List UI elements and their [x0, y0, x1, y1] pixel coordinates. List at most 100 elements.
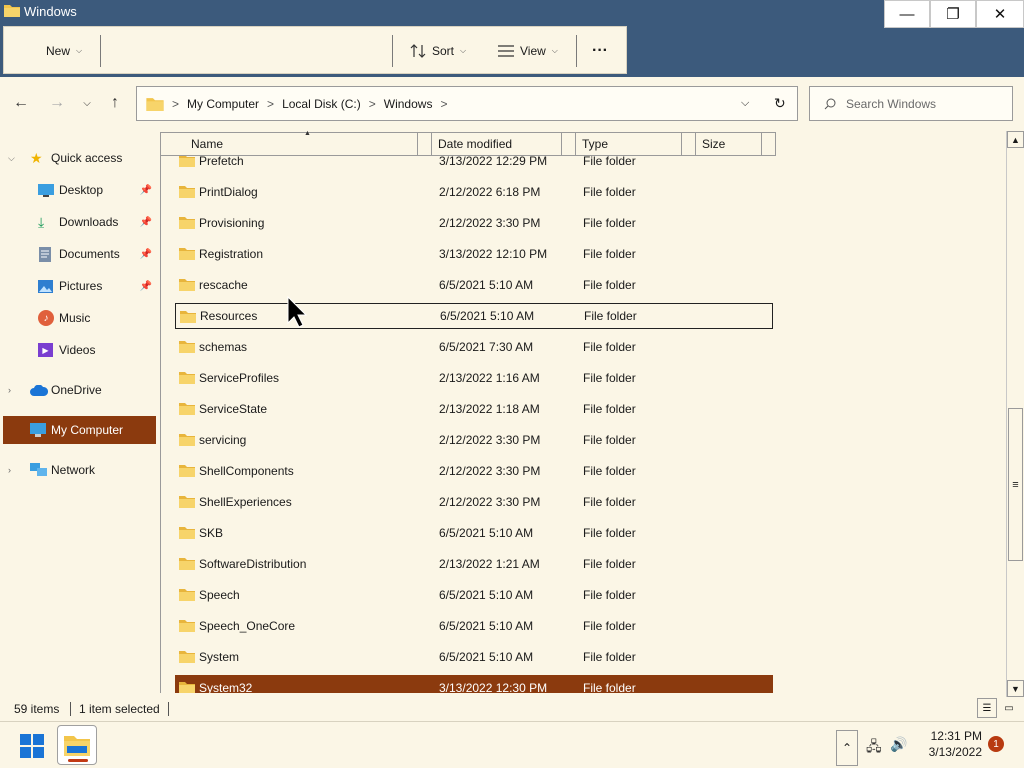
file-type: File folder: [583, 402, 636, 416]
file-row[interactable]: Prefetch 3/13/2022 12:29 PM File folder: [175, 156, 773, 174]
sidebar-item-pictures[interactable]: Pictures 📌: [0, 273, 156, 299]
column-resize-handle[interactable]: [562, 132, 576, 156]
file-date: 3/13/2022 12:30 PM: [439, 681, 548, 693]
recent-locations-button[interactable]: ⌵: [76, 92, 98, 114]
file-row[interactable]: Speech_OneCore 6/5/2021 5:10 AM File folde…: [175, 613, 773, 639]
file-type: File folder: [583, 650, 636, 664]
file-row[interactable]: ServiceProfiles 2/13/2022 1:16 AM File fol…: [175, 365, 773, 391]
refresh-button[interactable]: ↻: [774, 95, 786, 112]
show-hidden-icons-button[interactable]: ⌃: [836, 730, 858, 766]
volume-icon[interactable]: 🔊: [890, 736, 907, 753]
clock[interactable]: 12:31 PM 3/13/2022: [918, 728, 982, 760]
back-button[interactable]: ←: [10, 92, 32, 114]
sidebar-item-quick-access[interactable]: ⌵ ★ Quick access: [0, 145, 156, 171]
minimize-button[interactable]: —: [884, 0, 930, 28]
column-resize-handle[interactable]: [682, 132, 696, 156]
tiles-view-icon: ▭: [1004, 702, 1014, 714]
tiles-view-button[interactable]: ▭: [999, 698, 1019, 718]
forward-button[interactable]: →: [46, 92, 68, 114]
address-bar[interactable]: > My Computer > Local Disk (C:) > Window…: [136, 86, 798, 121]
file-row[interactable]: Provisioning 2/12/2022 3:30 PM File folder: [175, 210, 773, 236]
item-count: 59 items: [14, 702, 60, 716]
sidebar-item-downloads[interactable]: ⤓ Downloads 📌: [0, 209, 156, 235]
breadcrumb-separator: >: [368, 96, 376, 111]
file-row[interactable]: Speech 6/5/2021 5:10 AM File folder: [175, 582, 773, 608]
file-row[interactable]: System32 3/13/2022 12:30 PM File folder: [175, 675, 773, 693]
sidebar-item-network[interactable]: › Network: [0, 457, 156, 483]
refresh-icon: ↻: [774, 95, 786, 111]
active-indicator: [68, 759, 88, 762]
file-row[interactable]: SKB 6/5/2021 5:10 AM File folder: [175, 520, 773, 546]
chevron-right-icon[interactable]: ›: [8, 465, 11, 475]
column-header-type[interactable]: Type: [576, 132, 682, 156]
chevron-up-icon: ⌃: [841, 741, 853, 755]
more-options-button[interactable]: ···: [592, 39, 608, 63]
file-type: File folder: [583, 681, 636, 693]
file-type: File folder: [583, 619, 636, 633]
taskbar: ⌃ 🖧 🔊 12:31 PM 3/13/2022: [0, 721, 1024, 768]
start-button[interactable]: [20, 734, 44, 758]
column-resize-handle[interactable]: [762, 132, 776, 156]
scroll-thumb[interactable]: ≡: [1008, 408, 1023, 561]
breadcrumb-my-computer[interactable]: My Computer: [187, 97, 259, 111]
file-type: File folder: [583, 278, 636, 292]
view-button[interactable]: View ⌵: [498, 39, 558, 63]
file-row[interactable]: schemas 6/5/2021 7:30 AM File folder: [175, 334, 773, 360]
window-title: Windows: [24, 4, 77, 19]
sidebar-item-my-computer[interactable]: My Computer: [3, 416, 156, 444]
sidebar-item-label: Downloads: [59, 215, 119, 229]
file-row[interactable]: PrintDialog 2/12/2022 6:18 PM File folder: [175, 179, 773, 205]
videos-icon: ▶: [38, 343, 53, 357]
sidebar-item-desktop[interactable]: Desktop 📌: [0, 177, 156, 203]
sort-button[interactable]: Sort ⌵: [410, 39, 466, 63]
column-header-name[interactable]: Name: [160, 132, 418, 156]
chevron-down-icon[interactable]: ⌵: [8, 153, 15, 164]
file-row[interactable]: ServiceState 2/13/2022 1:18 AM File folder: [175, 396, 773, 422]
file-row[interactable]: ShellExperiences 2/12/2022 3:30 PM File fo…: [175, 489, 773, 515]
clock-date: 3/13/2022: [928, 745, 982, 759]
network-status-icon[interactable]: 🖧: [866, 736, 882, 760]
file-row[interactable]: Registration 3/13/2022 12:10 PM File folde…: [175, 241, 773, 267]
sidebar-item-videos[interactable]: ▶ Videos: [0, 337, 156, 363]
file-name: Speech: [199, 588, 240, 602]
sidebar-item-documents[interactable]: Documents 📌: [0, 241, 156, 267]
new-button[interactable]: New ⌵: [46, 39, 82, 63]
sidebar-item-label: OneDrive: [51, 383, 102, 397]
file-name: ServiceProfiles: [199, 371, 280, 385]
windows-logo-icon: [33, 734, 44, 745]
view-label: View: [520, 44, 546, 58]
scroll-down-button[interactable]: ▼: [1007, 680, 1024, 697]
windows-logo-icon: [33, 747, 44, 758]
breadcrumb-windows[interactable]: Windows: [384, 97, 433, 111]
up-button[interactable]: ↑: [104, 92, 126, 114]
file-name: PrintDialog: [199, 185, 258, 199]
close-button[interactable]: ✕: [976, 0, 1024, 28]
file-row[interactable]: System 6/5/2021 5:10 AM File folder: [175, 644, 773, 670]
details-view-button[interactable]: ☰: [977, 698, 997, 718]
cloud-icon: [30, 384, 48, 396]
file-row[interactable]: servicing 2/12/2022 3:30 PM File folder: [175, 427, 773, 453]
scroll-up-button[interactable]: ▲: [1007, 131, 1024, 148]
breadcrumb-local-disk[interactable]: Local Disk (C:): [282, 97, 361, 111]
column-header-date[interactable]: Date modified: [432, 132, 562, 156]
sidebar-item-onedrive[interactable]: › OneDrive: [0, 377, 156, 403]
column-header-size[interactable]: Size: [696, 132, 762, 156]
file-row[interactable]: SoftwareDistribution 2/13/2022 1:21 AM Fil…: [175, 551, 773, 577]
notification-badge[interactable]: 1: [988, 736, 1004, 752]
breadcrumb-separator: >: [267, 96, 275, 111]
maximize-button[interactable]: ❐: [930, 0, 976, 28]
chevron-right-icon[interactable]: ›: [8, 385, 11, 395]
pin-icon: 📌: [139, 216, 152, 228]
close-icon: ✕: [993, 6, 1007, 23]
more-icon: ···: [592, 42, 608, 59]
address-history-button[interactable]: ⌵: [741, 97, 749, 110]
sidebar-item-music[interactable]: ♪ Music: [0, 305, 156, 331]
search-input[interactable]: Search Windows: [809, 86, 1013, 121]
mouse-cursor-icon: [287, 296, 307, 328]
taskbar-file-explorer[interactable]: [57, 725, 97, 765]
file-row[interactable]: rescache 6/5/2021 5:10 AM File folder: [175, 272, 773, 298]
vertical-scrollbar[interactable]: ▲ ≡ ▼: [1006, 131, 1024, 697]
file-row[interactable]: Resources 6/5/2021 5:10 AM File folder: [175, 303, 773, 329]
column-resize-handle[interactable]: [418, 132, 432, 156]
file-row[interactable]: ShellComponents 2/12/2022 3:30 PM File fol…: [175, 458, 773, 484]
